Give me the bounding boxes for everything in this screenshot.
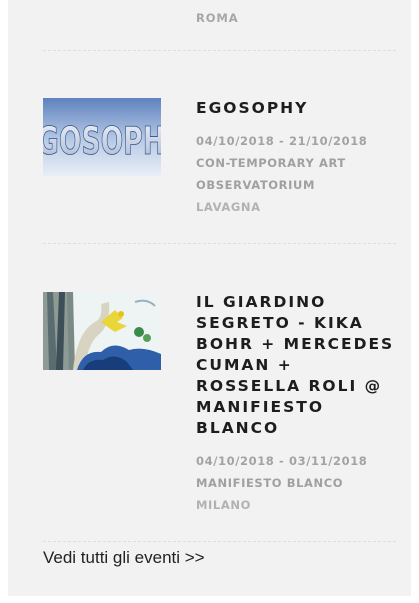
event-thumbnail[interactable]	[43, 292, 161, 370]
event-venue: CON-TEMPORARY ART	[196, 156, 346, 170]
event-venue-continued: OBSERVATORIUM	[196, 178, 315, 192]
events-panel: ROMA GOSOPH EGOSOPHY 04/10/2018 - 21/10/…	[8, 0, 411, 596]
thumbnail-lettering: GOSOPH	[43, 119, 161, 163]
event-dates: 04/10/2018 - 21/10/2018	[196, 134, 368, 148]
divider	[43, 541, 396, 542]
divider	[43, 243, 396, 244]
event-info: IL GIARDINO SEGRETO - KIKA BOHR + MERCED…	[196, 292, 398, 516]
event-title[interactable]: EGOSOPHY	[196, 98, 398, 119]
event-city: LAVAGNA	[196, 200, 261, 214]
event-thumbnail[interactable]: GOSOPH	[43, 98, 161, 176]
event-city: MILANO	[196, 498, 251, 512]
event-title[interactable]: IL GIARDINO SEGRETO - KIKA BOHR + MERCED…	[196, 292, 398, 439]
event-dates: 04/10/2018 - 03/11/2018	[196, 454, 368, 468]
event-city: ROMA	[196, 11, 239, 25]
see-all-events-link[interactable]: Vedi tutti gli eventi >>	[43, 548, 205, 568]
event-info: EGOSOPHY 04/10/2018 - 21/10/2018 CON-TEM…	[196, 98, 398, 218]
divider	[43, 50, 396, 51]
event-venue: MANIFIESTO BLANCO	[196, 476, 344, 490]
